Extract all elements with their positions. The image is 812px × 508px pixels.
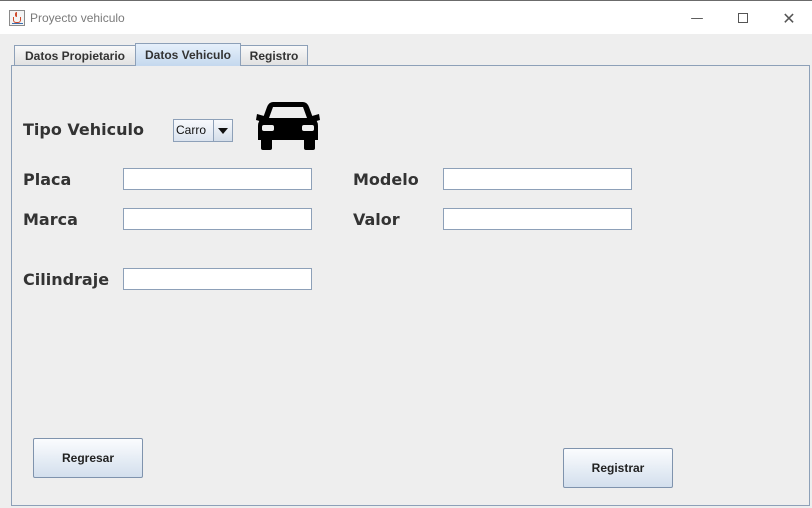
cilindraje-label: Cilindraje [23, 270, 110, 289]
tipo-vehiculo-combo[interactable]: Carro [173, 119, 233, 142]
car-icon [256, 102, 320, 150]
tab-datos-vehiculo[interactable]: Datos Vehiculo [135, 43, 241, 66]
close-button[interactable]: ✕ [766, 1, 812, 35]
tipo-vehiculo-label: Tipo Vehiculo [23, 120, 144, 139]
chevron-down-icon [218, 127, 228, 134]
window-title-bar[interactable]: Proyecto vehiculo — ✕ [0, 0, 812, 34]
cilindraje-input[interactable] [123, 268, 312, 290]
tipo-vehiculo-value: Carro [176, 123, 207, 137]
window-title: Proyecto vehiculo [30, 11, 125, 25]
regresar-button[interactable]: Regresar [33, 438, 143, 478]
valor-input[interactable] [443, 208, 632, 230]
combo-dropdown-button[interactable] [213, 120, 232, 141]
placa-label: Placa [23, 170, 72, 189]
valor-label: Valor [353, 210, 400, 229]
window-content: Datos Propietario Datos Vehiculo Registr… [0, 34, 812, 508]
modelo-label: Modelo [353, 170, 419, 189]
maximize-button[interactable] [720, 1, 766, 35]
maximize-icon [738, 13, 748, 23]
tab-datos-propietario[interactable]: Datos Propietario [14, 45, 136, 65]
marca-input[interactable] [123, 208, 312, 230]
registrar-button[interactable]: Registrar [563, 448, 673, 488]
close-icon: ✕ [782, 8, 796, 28]
modelo-input[interactable] [443, 168, 632, 190]
placa-input[interactable] [123, 168, 312, 190]
minimize-button[interactable]: — [674, 1, 720, 35]
tab-registro[interactable]: Registro [240, 45, 308, 65]
minimize-icon: — [690, 10, 704, 26]
java-app-icon [9, 10, 25, 26]
marca-label: Marca [23, 210, 78, 229]
